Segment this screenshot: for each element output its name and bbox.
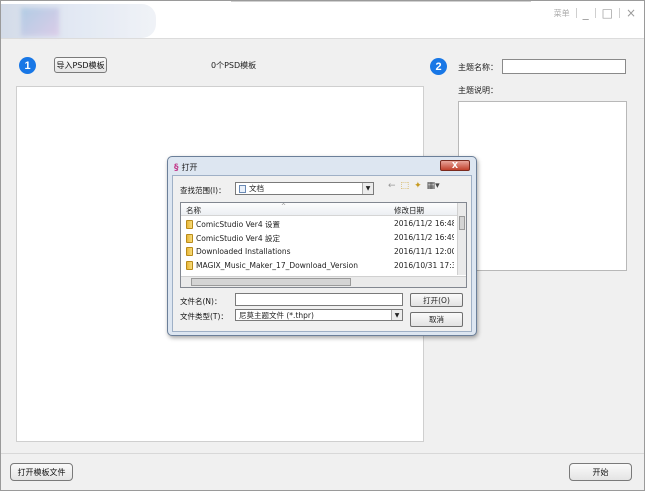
back-icon[interactable]: ← bbox=[388, 181, 396, 191]
dialog-body: 查找范围(I)： 文档 ▼ ← ⬚ ✦ ▦▾ 名称 ^ 修改日期 ComicSt bbox=[172, 175, 472, 332]
dialog-toolbar: ← ⬚ ✦ ▦▾ bbox=[388, 181, 440, 191]
scroll-thumb[interactable] bbox=[191, 278, 351, 286]
file-list-row[interactable]: Downloaded Installations 2016/11/1 12:00 bbox=[181, 245, 466, 259]
dialog-title-bar: § 打开 bbox=[174, 162, 198, 173]
new-folder-icon[interactable]: ✦ bbox=[414, 181, 422, 191]
theme-desc-label: 主题说明： bbox=[458, 85, 498, 96]
file-name: Downloaded Installations bbox=[196, 247, 291, 256]
vertical-scrollbar[interactable] bbox=[457, 203, 466, 275]
app-logo bbox=[1, 4, 156, 38]
dialog-app-icon: § bbox=[174, 163, 179, 173]
filename-label: 文件名(N)： bbox=[180, 296, 221, 307]
open-button[interactable]: 打开(O) bbox=[410, 293, 463, 307]
file-list-header: 名称 ^ 修改日期 bbox=[181, 203, 466, 216]
separator bbox=[576, 8, 577, 18]
step-two-badge: 2 bbox=[430, 58, 447, 75]
scroll-thumb[interactable] bbox=[459, 216, 465, 230]
file-list-row[interactable]: ComicStudio Ver4 設定 2016/11/2 16:49 bbox=[181, 231, 466, 245]
file-name: ComicStudio Ver4 設定 bbox=[196, 233, 280, 244]
lookin-label: 查找范围(I)： bbox=[180, 185, 226, 196]
folder-icon bbox=[186, 234, 193, 243]
column-name-header[interactable]: 名称 bbox=[186, 205, 201, 216]
document-folder-icon bbox=[239, 185, 246, 193]
horizontal-scrollbar[interactable] bbox=[181, 276, 466, 287]
import-psd-button[interactable]: 导入PSD模板 bbox=[54, 57, 107, 73]
file-name-cell: MAGIX_Music_Maker_17_Download_Version bbox=[186, 261, 358, 270]
bottom-divider bbox=[1, 453, 644, 454]
theme-name-input[interactable] bbox=[502, 59, 626, 74]
menu-button[interactable]: 菜单 bbox=[554, 8, 570, 19]
column-date-header[interactable]: 修改日期 bbox=[394, 205, 424, 216]
filetype-value: 尼莫主题文件 (*.thpr) bbox=[239, 310, 314, 321]
file-name-cell: ComicStudio Ver4 设置 bbox=[186, 219, 280, 230]
lookin-value: 文档 bbox=[249, 183, 264, 194]
close-icon[interactable]: × bbox=[626, 7, 636, 19]
folder-icon bbox=[186, 261, 193, 270]
theme-name-label: 主题名称： bbox=[458, 62, 498, 73]
file-name-cell: ComicStudio Ver4 設定 bbox=[186, 233, 280, 244]
step-one-badge: 1 bbox=[19, 57, 36, 74]
title-bar: 菜单 _ □ × bbox=[1, 1, 644, 39]
open-template-button[interactable]: 打开模板文件 bbox=[10, 463, 73, 481]
lookin-select[interactable]: 文档 ▼ bbox=[235, 182, 374, 195]
dialog-close-button[interactable]: X bbox=[440, 160, 470, 171]
dialog-title: 打开 bbox=[182, 162, 198, 173]
file-list: 名称 ^ 修改日期 ComicStudio Ver4 设置 2016/11/2 … bbox=[180, 202, 467, 288]
filetype-label: 文件类型(T)： bbox=[180, 311, 228, 322]
app-window: 菜单 _ □ × 1 导入PSD模板 0个PSD模板 2 主题名称： 主题说明：… bbox=[0, 0, 645, 491]
window-controls: 菜单 _ □ × bbox=[554, 7, 636, 19]
view-menu-icon[interactable]: ▦▾ bbox=[427, 181, 440, 191]
file-name: ComicStudio Ver4 设置 bbox=[196, 219, 280, 230]
file-list-row[interactable]: MAGIX_Music_Maker_17_Download_Version 20… bbox=[181, 259, 466, 273]
filename-input[interactable] bbox=[235, 293, 403, 306]
theme-desc-textarea[interactable] bbox=[458, 101, 627, 271]
folder-icon bbox=[186, 247, 193, 256]
file-list-row[interactable]: ComicStudio Ver4 设置 2016/11/2 16:48 bbox=[181, 217, 466, 231]
separator bbox=[619, 8, 620, 18]
open-file-dialog: § 打开 X 查找范围(I)： 文档 ▼ ← ⬚ ✦ ▦▾ 名称 ^ 修改日期 bbox=[167, 156, 477, 336]
chevron-down-icon: ▼ bbox=[391, 310, 402, 320]
cancel-button[interactable]: 取消 bbox=[410, 312, 463, 327]
filetype-select[interactable]: 尼莫主题文件 (*.thpr) ▼ bbox=[235, 309, 403, 321]
separator bbox=[595, 8, 596, 18]
start-button[interactable]: 开始 bbox=[569, 463, 632, 481]
file-date: 2016/11/2 16:49 bbox=[394, 233, 454, 242]
folder-icon bbox=[186, 220, 193, 229]
title-divider bbox=[231, 1, 531, 2]
maximize-icon[interactable]: □ bbox=[602, 7, 613, 19]
up-folder-icon[interactable]: ⬚ bbox=[401, 181, 410, 191]
minimize-icon[interactable]: _ bbox=[583, 7, 589, 19]
chevron-down-icon: ▼ bbox=[362, 183, 373, 194]
sort-arrow-icon: ^ bbox=[281, 203, 286, 210]
template-count-label: 0个PSD模板 bbox=[211, 60, 256, 71]
file-name-cell: Downloaded Installations bbox=[186, 247, 291, 256]
file-name: MAGIX_Music_Maker_17_Download_Version bbox=[196, 261, 358, 270]
file-date: 2016/11/1 12:00 bbox=[394, 247, 454, 256]
file-date: 2016/11/2 16:48 bbox=[394, 219, 454, 228]
file-date: 2016/10/31 17:3 bbox=[394, 261, 454, 270]
